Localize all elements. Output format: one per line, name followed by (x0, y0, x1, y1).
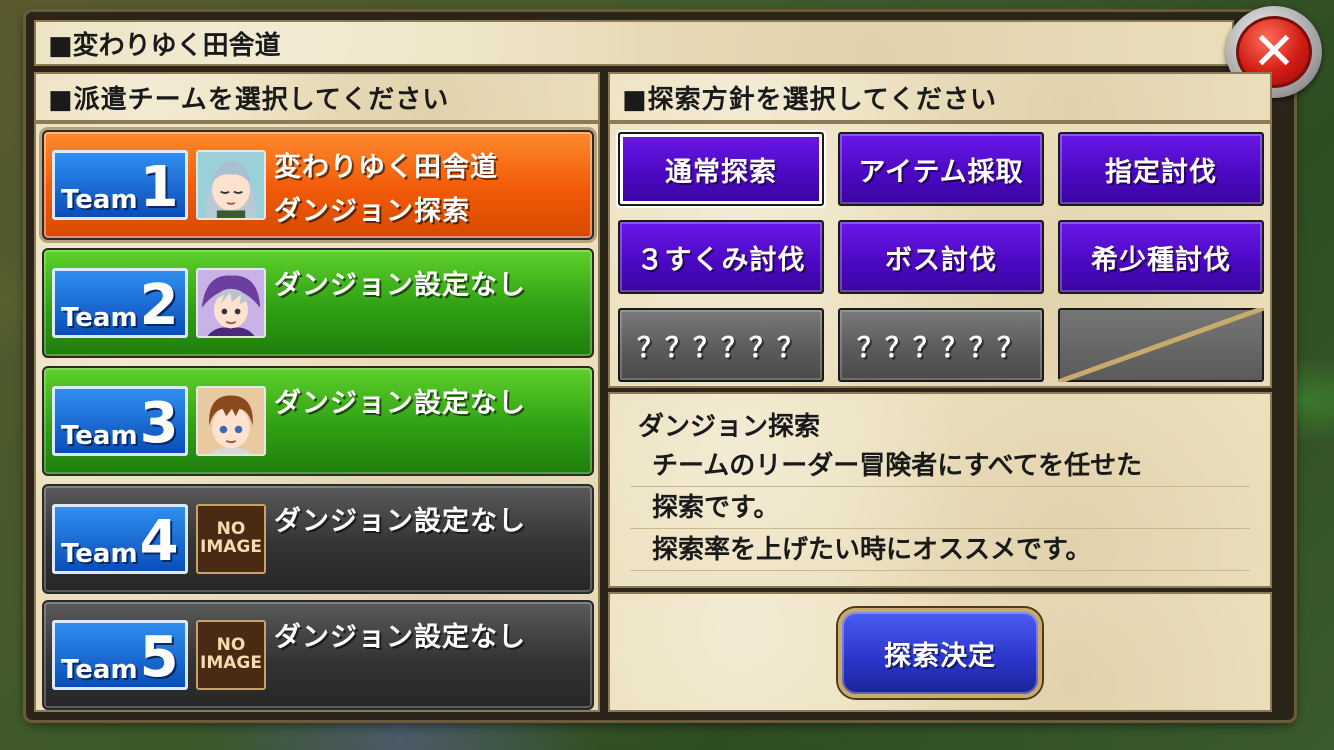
team-number: 1 (139, 154, 179, 220)
no-image-label: IMAGE (200, 653, 262, 673)
policy-grid: 通常探索 アイテム採取 指定討伐 ３すくみ討伐 ボス討伐 希少種討伐 ？？？？？… (608, 122, 1272, 388)
team-dungeon-name: ダンジョン設定なし (274, 270, 526, 301)
team-badge: Team 5 (52, 620, 188, 690)
option-target-hunt[interactable]: 指定討伐 (1058, 132, 1264, 206)
team-status: ダンジョン設定なし (274, 382, 526, 426)
policy-description: ダンジョン探索 チームのリーダー冒険者にすべてを任せた 探索です。 探索率を上げ… (608, 392, 1272, 588)
team-section-header: ■派遣チームを選択してください (34, 72, 600, 122)
option-boss-hunt[interactable]: ボス討伐 (838, 220, 1044, 294)
description-line: チームのリーダー冒険者にすべてを任せた (630, 445, 1250, 487)
option-unknown-2[interactable]: ？？？？？？ (838, 308, 1044, 382)
dialog-title: ■変わりゆく田舎道 (34, 20, 1234, 66)
team-badge: Team 1 (52, 150, 188, 220)
team-list: Team 1 変わりゆく田舎道 ダンジョン探索 Team 2 ダンジョン設定なし… (34, 122, 600, 712)
team-badge: Team 2 (52, 268, 188, 338)
team-badge: Team 3 (52, 386, 188, 456)
team-4-button[interactable]: Team 4 NO IMAGE ダンジョン設定なし (42, 484, 594, 594)
team-2-button[interactable]: Team 2 ダンジョン設定なし (42, 248, 594, 358)
policy-section-header: ■探索方針を選択してください (608, 72, 1272, 122)
no-image-placeholder: NO IMAGE (196, 504, 266, 574)
avatar (196, 386, 266, 456)
team-3-button[interactable]: Team 3 ダンジョン設定なし (42, 366, 594, 476)
option-normal-explore[interactable]: 通常探索 (618, 132, 824, 206)
team-status: 変わりゆく田舎道 ダンジョン探索 (274, 146, 498, 234)
option-triad-hunt[interactable]: ３すくみ討伐 (618, 220, 824, 294)
option-locked (1058, 308, 1264, 382)
team-5-button[interactable]: Team 5 NO IMAGE ダンジョン設定なし (42, 600, 594, 710)
avatar (196, 268, 266, 338)
team-word: Team (61, 655, 138, 685)
option-unknown-1[interactable]: ？？？？？？ (618, 308, 824, 382)
decide-area: 探索決定 (608, 592, 1272, 712)
confirm-explore-button[interactable]: 探索決定 (838, 608, 1042, 698)
team-number: 5 (139, 624, 179, 690)
avatar (196, 150, 266, 220)
no-image-label: IMAGE (200, 537, 262, 557)
description-line: 探索です。 (630, 487, 1250, 529)
team-word: Team (61, 421, 138, 451)
description-title: ダンジョン探索 (638, 412, 821, 442)
team-dungeon-name: 変わりゆく田舎道 (274, 152, 498, 183)
team-dungeon-name: ダンジョン設定なし (274, 388, 526, 419)
team-status: ダンジョン設定なし (274, 616, 526, 660)
team-number: 4 (139, 508, 179, 574)
team-status: ダンジョン設定なし (274, 500, 526, 544)
team-policy-name: ダンジョン探索 (274, 196, 470, 227)
option-item-gather[interactable]: アイテム採取 (838, 132, 1044, 206)
team-badge: Team 4 (52, 504, 188, 574)
team-word: Team (61, 539, 138, 569)
option-rare-hunt[interactable]: 希少種討伐 (1058, 220, 1264, 294)
team-word: Team (61, 303, 138, 333)
team-1-button[interactable]: Team 1 変わりゆく田舎道 ダンジョン探索 (42, 130, 594, 240)
team-dungeon-name: ダンジョン設定なし (274, 506, 526, 537)
team-word: Team (61, 185, 138, 215)
team-number: 2 (139, 272, 179, 338)
team-dungeon-name: ダンジョン設定なし (274, 622, 526, 653)
team-number: 3 (139, 390, 179, 456)
team-status: ダンジョン設定なし (274, 264, 526, 308)
no-image-placeholder: NO IMAGE (196, 620, 266, 690)
description-line: 探索率を上げたい時にオススメです。 (630, 529, 1250, 571)
